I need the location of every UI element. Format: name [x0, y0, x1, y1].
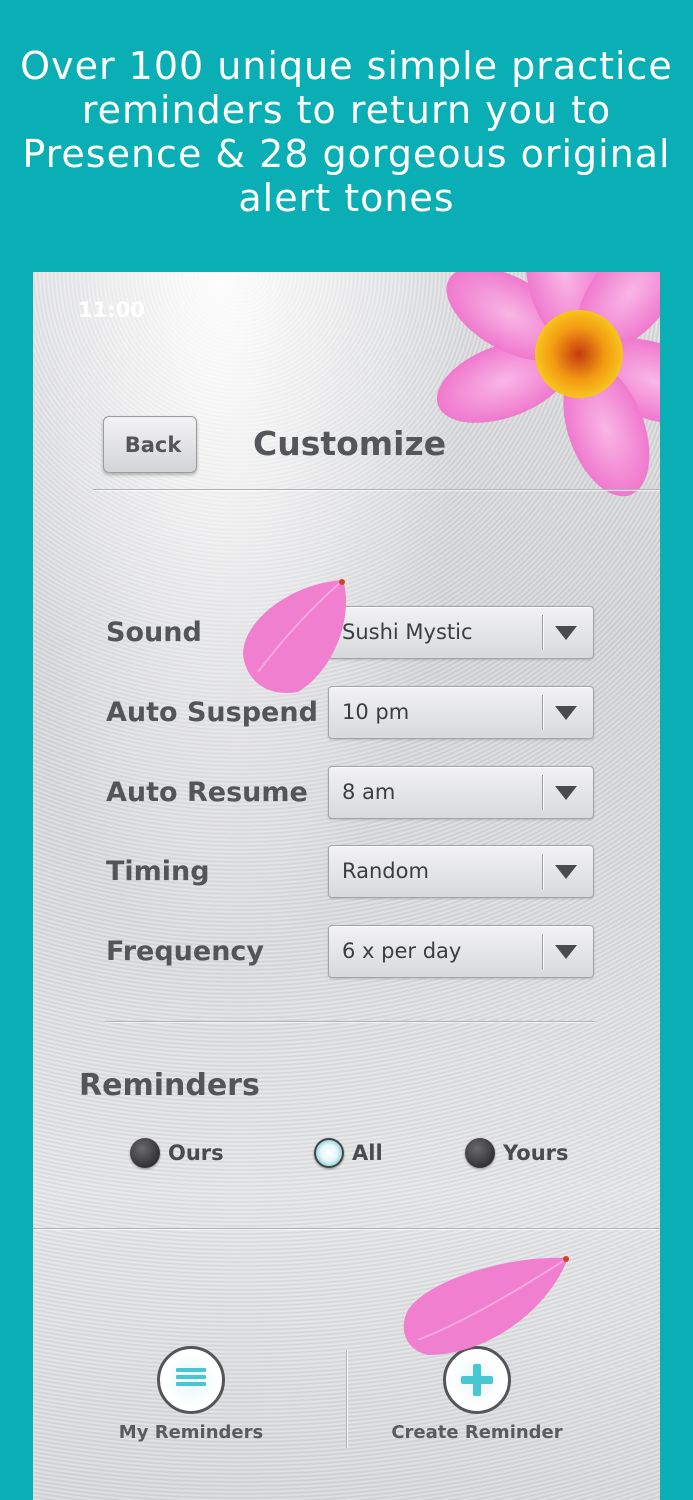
divider	[33, 1228, 660, 1229]
radio-yours-label: Yours	[503, 1141, 569, 1165]
status-time: 11:00	[78, 298, 145, 322]
radio-icon	[130, 1138, 160, 1168]
wifi-icon	[566, 304, 588, 319]
radio-yours[interactable]: Yours	[465, 1138, 569, 1168]
status-icons	[534, 302, 630, 320]
radio-all[interactable]: All	[314, 1138, 383, 1168]
promo-headline: Over 100 unique simple practice reminder…	[20, 44, 673, 220]
frequency-label: Frequency	[106, 936, 265, 967]
my-reminders-label: My Reminders	[118, 1422, 264, 1443]
app-screen: 11:00 Back Customize Sound Sushi Mystic …	[33, 272, 660, 1500]
sound-value: Sushi Mystic	[342, 620, 473, 644]
sound-select[interactable]: Sushi Mystic	[328, 606, 594, 659]
auto-resume-select[interactable]: 8 am	[328, 766, 594, 819]
back-label: Back	[124, 432, 182, 457]
battery-icon	[596, 302, 630, 320]
dropdown-arrow-icon	[555, 945, 577, 959]
auto-resume-value: 8 am	[342, 780, 396, 804]
auto-suspend-label: Auto Suspend	[106, 697, 318, 728]
create-reminder-button[interactable]: Create Reminder	[337, 1346, 617, 1443]
radio-all-label: All	[352, 1141, 383, 1165]
dropdown-arrow-icon	[555, 786, 577, 800]
signal-icon	[534, 305, 558, 320]
create-reminder-label: Create Reminder	[391, 1422, 563, 1443]
dropdown-arrow-icon	[555, 706, 577, 720]
radio-ours[interactable]: Ours	[130, 1138, 224, 1168]
page-title: Customize	[253, 424, 447, 463]
reminders-title: Reminders	[79, 1068, 260, 1103]
divider	[105, 1021, 595, 1022]
radio-selected-icon	[314, 1138, 344, 1168]
list-icon	[157, 1346, 225, 1414]
timing-value: Random	[342, 859, 429, 883]
divider	[93, 489, 660, 490]
sound-label: Sound	[106, 617, 202, 648]
auto-resume-label: Auto Resume	[106, 777, 308, 808]
timing-select[interactable]: Random	[328, 845, 594, 898]
timing-label: Timing	[106, 856, 210, 887]
frequency-value: 6 x per day	[342, 939, 462, 963]
dropdown-arrow-icon	[555, 865, 577, 879]
auto-suspend-select[interactable]: 10 pm	[328, 686, 594, 739]
frequency-select[interactable]: 6 x per day	[328, 925, 594, 978]
radio-ours-label: Ours	[168, 1141, 224, 1165]
auto-suspend-value: 10 pm	[342, 700, 410, 724]
back-button[interactable]: Back	[103, 416, 197, 473]
my-reminders-button[interactable]: My Reminders	[51, 1346, 331, 1443]
dropdown-arrow-icon	[555, 626, 577, 640]
radio-icon	[465, 1138, 495, 1168]
plus-icon	[443, 1346, 511, 1414]
